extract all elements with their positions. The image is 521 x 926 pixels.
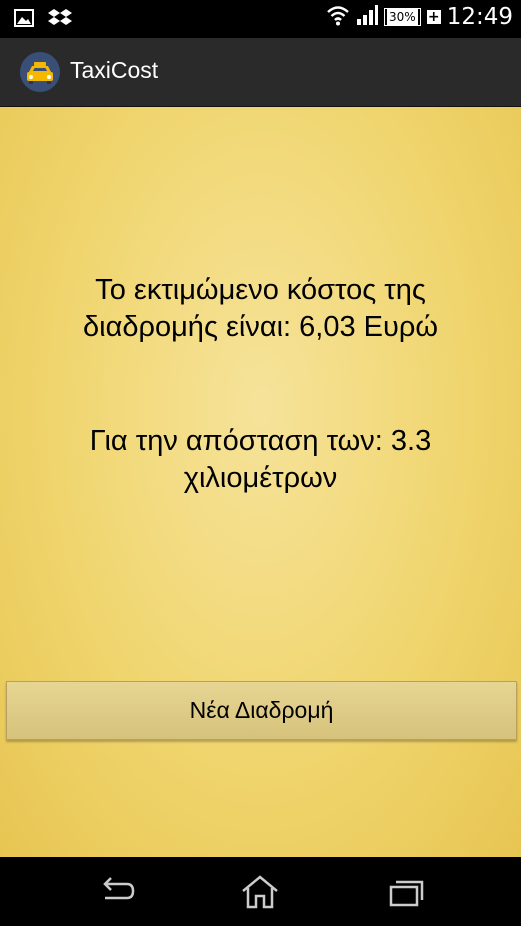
status-bar: 30% + 12:49 — [0, 0, 521, 38]
signal-icon — [356, 4, 379, 30]
system-status: 30% + 12:49 — [326, 4, 513, 30]
battery-percent: 30% — [387, 9, 418, 25]
taxi-icon[interactable] — [20, 52, 60, 92]
navigation-bar — [0, 857, 521, 926]
app-title: TaxiCost — [70, 57, 159, 83]
recent-apps-icon[interactable] — [386, 874, 426, 910]
notification-icons — [14, 8, 72, 32]
back-icon[interactable] — [97, 874, 137, 910]
home-icon[interactable] — [240, 874, 280, 910]
gallery-icon — [14, 9, 34, 31]
clock: 12:49 — [446, 4, 513, 30]
distance-text: Για την απόσταση των: 3.3 χιλιομέτρων — [89, 425, 432, 494]
dropbox-icon — [48, 8, 72, 32]
main-content: Το εκτιμώμενο κόστος της διαδρομής είναι… — [0, 107, 521, 857]
new-route-button[interactable]: Νέα Διαδρομή — [6, 681, 517, 740]
estimated-cost-text: Το εκτιμώμενο κόστος της διαδρομής είναι… — [82, 274, 439, 343]
charging-icon: + — [426, 9, 441, 25]
action-bar: TaxiCost — [0, 38, 521, 107]
battery-icon: 30% — [384, 8, 421, 26]
wifi-icon — [326, 4, 350, 30]
